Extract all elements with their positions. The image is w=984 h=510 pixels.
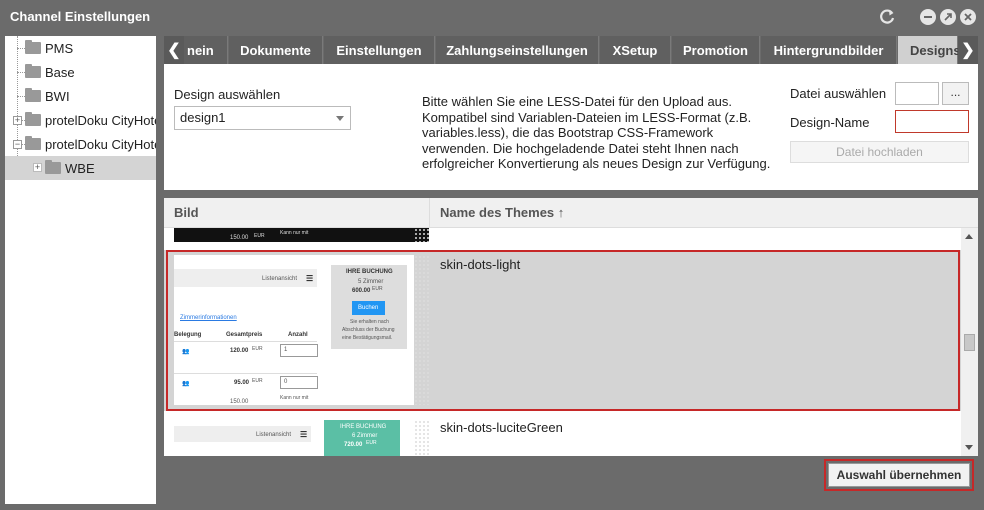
folder-icon bbox=[25, 40, 41, 54]
window-title: Channel Einstellungen bbox=[10, 9, 151, 24]
folder-icon bbox=[45, 160, 61, 174]
thumb-booking-title: IHRE BUCHUNG bbox=[340, 424, 387, 430]
tree-item-bwi[interactable]: BWI bbox=[5, 84, 156, 108]
tab-designs[interactable]: Designs bbox=[898, 36, 961, 64]
grid-header: Bild Name des Themes ↑ bbox=[164, 198, 978, 228]
thumb-pattern bbox=[414, 228, 430, 242]
grid-scrollbar[interactable] bbox=[961, 228, 978, 456]
design-settings-panel: Design auswählen design1 Bitte wählen Si… bbox=[164, 64, 978, 190]
apply-button-outline: Auswahl übernehmen bbox=[824, 459, 974, 491]
thumb-list-view: Listenansicht bbox=[256, 432, 292, 438]
tab-promotion[interactable]: Promotion bbox=[672, 36, 760, 64]
tree-item-proteldoku-2[interactable]: protelDoku CityHotel bbox=[5, 132, 156, 156]
thumb-cut-text: Kann nur mit bbox=[280, 230, 309, 236]
scroll-up-icon[interactable] bbox=[965, 234, 973, 239]
channel-tree: PMS Base BWI protelDoku CityHotel + prot… bbox=[5, 36, 156, 504]
close-icon[interactable] bbox=[960, 9, 976, 25]
expand-icon[interactable]: + bbox=[33, 163, 42, 172]
design-name-label: Design-Name bbox=[790, 115, 870, 130]
tab-xsetup[interactable]: XSetup bbox=[600, 36, 671, 64]
scrollbar-thumb[interactable] bbox=[964, 334, 975, 351]
theme-thumbnail: Listenansicht ☰ IHRE BUCHUNG 6 Zimmer 72… bbox=[174, 420, 414, 456]
tab-zahlungseinstellungen[interactable]: Zahlungseinstellungen bbox=[436, 36, 599, 64]
thumb-rooms: 6 Zimmer bbox=[352, 433, 378, 439]
maximize-icon[interactable] bbox=[940, 9, 956, 25]
themes-grid: Bild Name des Themes ↑ 150.00 EUR Kann n… bbox=[164, 198, 978, 456]
tree-item-label: PMS bbox=[45, 40, 74, 56]
thumb-currency: EUR bbox=[254, 233, 265, 239]
chevron-down-icon bbox=[336, 116, 344, 121]
tree-item-pms[interactable]: PMS bbox=[5, 36, 156, 60]
tab-scroll-right-icon[interactable]: ❯ bbox=[958, 36, 978, 64]
design-name-input[interactable] bbox=[895, 110, 969, 133]
refresh-icon[interactable] bbox=[878, 8, 896, 26]
tree-item-base[interactable]: Base bbox=[5, 60, 156, 84]
collapse-icon[interactable]: − bbox=[13, 140, 22, 149]
thumb-price: 720.00 bbox=[344, 442, 363, 448]
tree-item-label: WBE bbox=[65, 160, 95, 176]
tree-item-label: protelDoku CityHotel bbox=[45, 136, 156, 152]
title-bar-actions bbox=[878, 8, 976, 26]
design-select-label: Design auswählen bbox=[174, 87, 281, 102]
apply-selection-button[interactable]: Auswahl übernehmen bbox=[828, 463, 970, 487]
dialog-window: Channel Einstellungen PMS Base BWI prote… bbox=[0, 0, 984, 510]
column-header-theme-name[interactable]: Name des Themes ↑ bbox=[430, 198, 960, 228]
tree-item-label: BWI bbox=[45, 88, 70, 104]
minimize-icon[interactable] bbox=[920, 9, 936, 25]
folder-icon bbox=[25, 88, 41, 102]
file-path-input[interactable] bbox=[895, 82, 939, 105]
tab-dokumente[interactable]: Dokumente bbox=[229, 36, 323, 64]
tree-item-label: Base bbox=[45, 64, 75, 80]
tab-nein[interactable]: nein bbox=[184, 36, 228, 64]
table-row[interactable]: Listenansicht ☰ IHRE BUCHUNG 6 Zimmer 72… bbox=[164, 416, 961, 456]
column-header-image[interactable]: Bild bbox=[164, 198, 430, 228]
scroll-down-icon[interactable] bbox=[965, 445, 973, 450]
tree-item-wbe[interactable]: WBE bbox=[5, 156, 156, 180]
thumb-price: 150.00 bbox=[230, 235, 249, 241]
thumb-pattern bbox=[414, 420, 430, 456]
expand-icon[interactable]: + bbox=[13, 116, 22, 125]
tab-scroll-left-icon[interactable]: ❮ bbox=[164, 36, 184, 64]
folder-icon bbox=[25, 136, 41, 150]
folder-icon bbox=[25, 112, 41, 126]
thumb-currency: EUR bbox=[366, 440, 377, 446]
tree-item-label: protelDoku CityHotel bbox=[45, 112, 156, 128]
upload-button[interactable]: Datei hochladen bbox=[790, 141, 969, 163]
tab-hintergrundbilder[interactable]: Hintergrundbilder bbox=[761, 36, 897, 64]
design-select[interactable]: design1 bbox=[174, 106, 351, 130]
browse-button[interactable]: ... bbox=[942, 82, 969, 105]
list-icon: ☰ bbox=[300, 430, 308, 439]
title-bar: Channel Einstellungen bbox=[0, 0, 984, 34]
selection-outline bbox=[166, 250, 960, 411]
table-row[interactable]: 150.00 EUR Kann nur mit bbox=[164, 228, 961, 242]
tree-item-proteldoku-1[interactable]: protelDoku CityHotel bbox=[5, 108, 156, 132]
tab-einstellungen[interactable]: Einstellungen bbox=[324, 36, 435, 64]
folder-icon bbox=[25, 64, 41, 78]
design-select-value: design1 bbox=[180, 110, 226, 125]
theme-thumbnail: 150.00 EUR Kann nur mit bbox=[174, 228, 429, 242]
theme-name: skin-dots-luciteGreen bbox=[440, 420, 563, 435]
upload-description: Bitte wählen Sie eine LESS-Datei für den… bbox=[422, 94, 771, 171]
tab-bar: ❮ nein Dokumente Einstellungen Zahlungse… bbox=[164, 36, 978, 64]
file-select-label: Datei auswählen bbox=[790, 86, 887, 101]
